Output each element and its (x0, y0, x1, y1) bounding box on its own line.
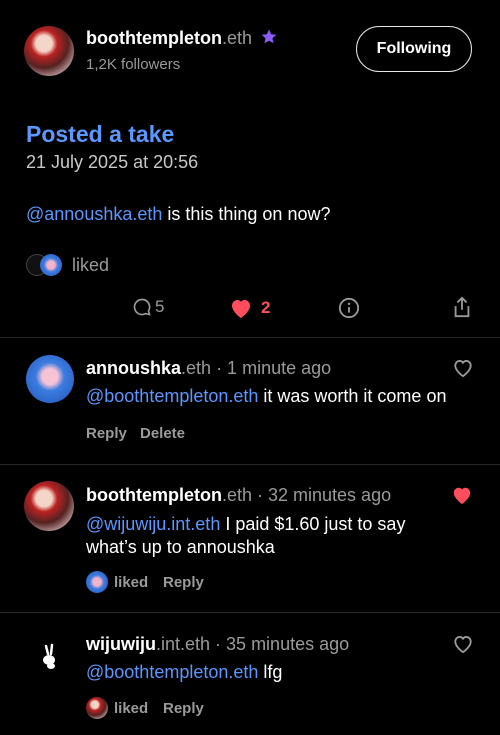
avatar-boothtempleton[interactable] (24, 481, 74, 531)
comment-header: annoushka.eth · 1 minute ago (86, 358, 331, 379)
comment-time: · 35 minutes ago (210, 634, 350, 654)
comments-stat[interactable]: 5 (132, 297, 164, 317)
heart-filled-icon[interactable] (451, 485, 473, 505)
profile-name-row[interactable]: boothtempleton.eth (86, 28, 278, 49)
comment-text: lfg (258, 662, 283, 682)
comment-time: · 32 minutes ago (252, 485, 392, 505)
comment-liked-label: liked (114, 699, 149, 717)
comment-time: · 1 minute ago (211, 358, 332, 378)
heart-filled-icon (232, 300, 250, 318)
comment-text-continued: what’s up to annoushka (86, 537, 275, 557)
liker-avatar-annoushka (86, 571, 108, 593)
comment-username[interactable]: wijuwiju (86, 634, 156, 654)
avatar-annoushka[interactable] (26, 355, 74, 403)
reply-button[interactable]: Reply (163, 700, 204, 717)
post-mention[interactable]: @annoushka.eth (26, 204, 162, 224)
comment-username[interactable]: boothtempleton (86, 485, 222, 505)
comment-liked-label: liked (114, 573, 149, 591)
share-icon[interactable] (451, 295, 473, 319)
reply-button[interactable]: Reply (86, 425, 127, 442)
info-icon[interactable] (338, 297, 360, 319)
post-body: @annoushka.eth is this thing on now? (26, 204, 330, 225)
avatar-boothtempleton[interactable] (24, 26, 74, 76)
comment-body: @boothtempleton.eth it was worth it come… (86, 386, 446, 407)
divider (0, 464, 500, 465)
post-timestamp: 21 July 2025 at 20:56 (26, 152, 199, 172)
comment-username-suffix: .eth (221, 485, 253, 505)
comment-username-suffix: .eth (181, 358, 212, 378)
heart-outline-icon[interactable] (452, 634, 474, 654)
heart-outline-icon[interactable] (452, 358, 474, 378)
post-liked-label: liked (72, 255, 110, 275)
comment-mention[interactable]: @boothtempleton.eth (86, 662, 258, 682)
divider (0, 612, 500, 613)
comment-mention[interactable]: @boothtempleton.eth (86, 386, 258, 406)
post-likers[interactable]: liked (26, 253, 146, 277)
comment-username[interactable]: annoushka (86, 358, 181, 378)
liker-avatar-boothtempleton (86, 697, 108, 719)
comment-bubble-icon (133, 298, 151, 316)
divider (0, 337, 500, 338)
likes-count: 2 (261, 298, 271, 317)
post-text: is this thing on now? (162, 204, 331, 224)
comment-header: wijuwiju.int.eth · 35 minutes ago (86, 634, 349, 655)
rabbit-icon (43, 643, 55, 669)
followers-count: 1,2K followers (86, 56, 181, 73)
following-button[interactable]: Following (356, 26, 472, 72)
avatar-wijuwiju[interactable] (26, 632, 74, 680)
comment-body: @boothtempleton.eth lfg (86, 662, 282, 683)
reply-button[interactable]: Reply (163, 574, 204, 591)
comment-text: I paid $1.60 just to say (220, 514, 406, 534)
comment-liked-by[interactable]: liked (86, 571, 148, 593)
comment-header: boothtempleton.eth · 32 minutes ago (86, 485, 391, 506)
comments-count: 5 (155, 297, 165, 316)
likes-stat[interactable]: 2 (229, 297, 270, 319)
delete-button[interactable]: Delete (140, 425, 185, 442)
verified-badge-icon (262, 29, 277, 44)
comment-text: it was worth it come on (258, 386, 447, 406)
comment-mention[interactable]: @wijuwiju.int.eth (86, 514, 220, 534)
profile-username[interactable]: boothtempleton (86, 28, 222, 48)
comment-username-suffix: .int.eth (156, 634, 211, 654)
comment-liked-by[interactable]: liked (86, 697, 148, 719)
liker-avatar-annoushka (40, 254, 62, 276)
post-title: Posted a take (26, 121, 175, 147)
comment-body: @wijuwiju.int.eth I paid $1.60 just to s… (86, 513, 466, 559)
profile-username-suffix: .eth (221, 28, 253, 48)
